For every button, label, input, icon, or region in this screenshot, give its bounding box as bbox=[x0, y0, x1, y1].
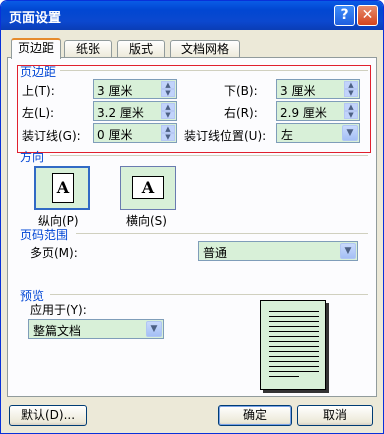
pages-section-title: 页码范围 bbox=[20, 228, 69, 242]
spin-up-icon[interactable]: ▲ bbox=[161, 125, 175, 133]
pages-divider bbox=[76, 233, 368, 234]
ok-button[interactable]: 确定 bbox=[218, 405, 292, 426]
orientation-divider bbox=[50, 155, 368, 156]
right-margin-value: 2.9 厘米 bbox=[280, 106, 327, 120]
preview-text-line bbox=[269, 326, 319, 327]
multiple-pages-label: 多页(M): bbox=[30, 246, 78, 260]
preview-text-line bbox=[269, 316, 319, 317]
tab-margins[interactable]: 页边距 bbox=[11, 38, 61, 59]
preview-divider bbox=[50, 294, 368, 295]
gutter-value: 0 厘米 bbox=[97, 128, 133, 142]
landscape-page-icon: A bbox=[132, 176, 164, 199]
preview-page bbox=[260, 300, 326, 390]
top-margin-spinner[interactable]: 3 厘米 ▲ ▼ bbox=[93, 79, 177, 99]
orientation-section-title: 方向 bbox=[20, 150, 45, 164]
apply-to-value: 整篇文档 bbox=[33, 324, 82, 338]
multiple-pages-value: 普通 bbox=[203, 246, 228, 260]
multiple-pages-dropdown[interactable]: 普通 ▼ bbox=[198, 241, 358, 261]
preview-text-line bbox=[269, 336, 319, 337]
preview-text-line bbox=[269, 341, 319, 342]
spin-up-icon[interactable]: ▲ bbox=[344, 103, 358, 111]
gutter-position-label: 装订线位置(U): bbox=[184, 129, 267, 143]
preview-text-line bbox=[269, 311, 319, 312]
portrait-option[interactable]: A bbox=[34, 166, 90, 210]
preview-text-line bbox=[269, 331, 319, 332]
preview-text-line bbox=[269, 376, 299, 377]
chevron-down-icon[interactable]: ▼ bbox=[340, 243, 356, 259]
left-margin-label: 左(L): bbox=[22, 106, 55, 120]
right-margin-spinner[interactable]: 2.9 厘米 ▲ ▼ bbox=[276, 101, 360, 121]
close-button[interactable]: ✕ bbox=[357, 5, 378, 26]
gutter-position-value: 左 bbox=[281, 128, 294, 142]
left-margin-spinner[interactable]: 3.2 厘米 ▲ ▼ bbox=[93, 101, 177, 121]
window-title: 页面设置 bbox=[9, 11, 62, 26]
preview-text-line bbox=[269, 371, 319, 372]
spin-down-icon[interactable]: ▼ bbox=[344, 89, 358, 97]
tab-layout[interactable]: 版式 bbox=[117, 40, 165, 58]
page-setup-dialog: 页面设置 ? ✕ 页边距 纸张 版式 文档网格 页边距 上(T): 3 厘米 ▲… bbox=[0, 0, 384, 434]
preview-text-line bbox=[269, 361, 319, 362]
preview-text-line bbox=[269, 356, 319, 357]
default-button[interactable]: 默认(D)... bbox=[9, 405, 87, 426]
chevron-down-icon[interactable]: ▼ bbox=[342, 125, 358, 141]
spin-up-icon[interactable]: ▲ bbox=[161, 103, 175, 111]
spin-up-icon[interactable]: ▲ bbox=[161, 81, 175, 89]
preview-text-line bbox=[269, 346, 319, 347]
cancel-button[interactable]: 取消 bbox=[297, 405, 373, 426]
gutter-position-dropdown[interactable]: 左 ▼ bbox=[276, 123, 360, 143]
preview-text-line bbox=[269, 366, 319, 367]
spin-down-icon[interactable]: ▼ bbox=[161, 111, 175, 119]
tab-document-grid[interactable]: 文档网格 bbox=[170, 40, 240, 58]
portrait-page-icon: A bbox=[52, 173, 74, 203]
tab-paper[interactable]: 纸张 bbox=[64, 40, 112, 58]
bottom-margin-value: 3 厘米 bbox=[280, 84, 316, 98]
top-margin-value: 3 厘米 bbox=[97, 84, 133, 98]
spin-up-icon[interactable]: ▲ bbox=[344, 81, 358, 89]
bottom-margin-spinner[interactable]: 3 厘米 ▲ ▼ bbox=[276, 79, 360, 99]
tab-panel: 页边距 上(T): 3 厘米 ▲ ▼ 下(B): 3 厘米 ▲ ▼ 左(L): … bbox=[7, 57, 377, 397]
spin-down-icon[interactable]: ▼ bbox=[161, 89, 175, 97]
landscape-label[interactable]: 横向(S) bbox=[126, 212, 167, 229]
apply-to-label: 应用于(Y): bbox=[30, 303, 87, 317]
help-button[interactable]: ? bbox=[334, 5, 355, 26]
margins-divider bbox=[60, 70, 368, 71]
landscape-option[interactable]: A bbox=[120, 166, 176, 210]
help-icon: ? bbox=[340, 7, 349, 23]
gutter-spinner[interactable]: 0 厘米 ▲ ▼ bbox=[93, 123, 177, 143]
right-margin-label: 右(R): bbox=[224, 106, 258, 120]
preview-text-line bbox=[269, 351, 319, 352]
spin-down-icon[interactable]: ▼ bbox=[344, 111, 358, 119]
top-margin-label: 上(T): bbox=[22, 84, 55, 98]
spin-down-icon[interactable]: ▼ bbox=[161, 133, 175, 141]
left-margin-value: 3.2 厘米 bbox=[97, 106, 144, 120]
gutter-label: 装订线(G): bbox=[22, 129, 81, 143]
close-icon: ✕ bbox=[361, 7, 374, 23]
chevron-down-icon[interactable]: ▼ bbox=[146, 321, 162, 337]
apply-to-dropdown[interactable]: 整篇文档 ▼ bbox=[28, 319, 164, 339]
margins-section-title: 页边距 bbox=[20, 65, 57, 79]
bottom-margin-label: 下(B): bbox=[224, 84, 258, 98]
preview-text-line bbox=[269, 321, 319, 322]
title-bar[interactable]: 页面设置 ? ✕ bbox=[1, 1, 383, 30]
